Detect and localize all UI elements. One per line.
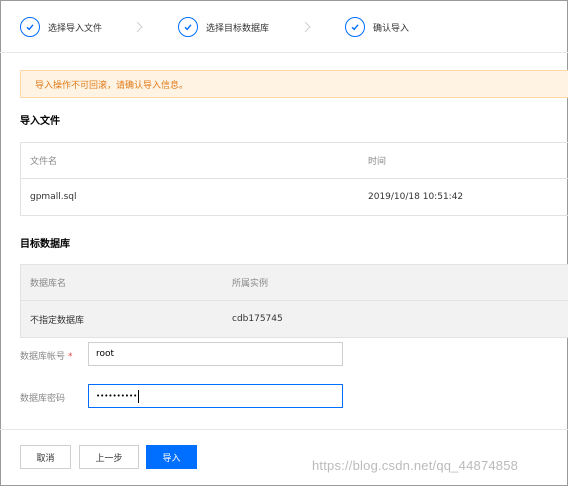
column-header: 数据库名	[30, 279, 67, 289]
check-icon	[345, 17, 365, 37]
cancel-button[interactable]: 取消	[20, 445, 71, 469]
account-value: root	[96, 349, 115, 359]
previous-step-button[interactable]: 上一步	[79, 445, 139, 469]
step-1-label: 选择导入文件	[48, 23, 103, 34]
required-marker: *	[68, 352, 73, 362]
watermark: https://blog.csdn.net/qq_44874858	[312, 458, 519, 473]
step-3-label: 确认导入	[373, 23, 410, 34]
chevron-right-icon	[304, 21, 314, 33]
column-header: 所属实例	[232, 279, 269, 289]
password-label: 数据库密码	[20, 394, 66, 404]
table-row: gpmall.sql 2019/10/18 10:51:42	[21, 179, 568, 215]
target-db-table: 数据库名 所属实例 不指定数据库 cdb175745	[20, 264, 568, 338]
divider	[0, 429, 568, 430]
step-2-label: 选择目标数据库	[206, 23, 270, 34]
check-icon	[20, 17, 40, 37]
account-input[interactable]: root	[88, 342, 343, 366]
alert-text: 导入操作不可回滚，请确认导入信息。	[35, 80, 189, 91]
password-input[interactable]: ••••••••••	[88, 384, 343, 408]
warning-alert: 导入操作不可回滚，请确认导入信息。	[20, 70, 568, 98]
section-title-target-db: 目标数据库	[20, 239, 70, 250]
table-header: 数据库名 所属实例	[21, 265, 568, 301]
step-indicator: 选择导入文件 选择目标数据库 确认导入	[20, 16, 560, 40]
import-file-table: 文件名 时间 gpmall.sql 2019/10/18 10:51:42	[20, 142, 568, 216]
check-icon	[178, 17, 198, 37]
table-row: 不指定数据库 cdb175745	[21, 301, 568, 337]
import-button[interactable]: 导入	[146, 445, 197, 469]
step-3: 确认导入	[345, 16, 409, 38]
file-name-cell: gpmall.sql	[30, 192, 77, 202]
column-header: 文件名	[30, 157, 58, 167]
account-label: 数据库帐号 *	[20, 349, 73, 362]
instance-cell: cdb175745	[232, 314, 283, 324]
time-cell: 2019/10/18 10:51:42	[368, 192, 464, 202]
column-header: 时间	[368, 157, 387, 167]
password-value: ••••••••••	[96, 392, 138, 400]
text-cursor	[138, 389, 140, 403]
step-2: 选择目标数据库	[178, 16, 269, 38]
step-1: 选择导入文件	[20, 16, 102, 38]
database-name-cell: 不指定数据库	[30, 315, 85, 326]
table-header: 文件名 时间	[21, 143, 568, 179]
divider	[0, 52, 568, 53]
chevron-right-icon	[136, 21, 146, 33]
section-title-import-file: 导入文件	[20, 116, 60, 127]
account-label-text: 数据库帐号	[20, 352, 66, 362]
